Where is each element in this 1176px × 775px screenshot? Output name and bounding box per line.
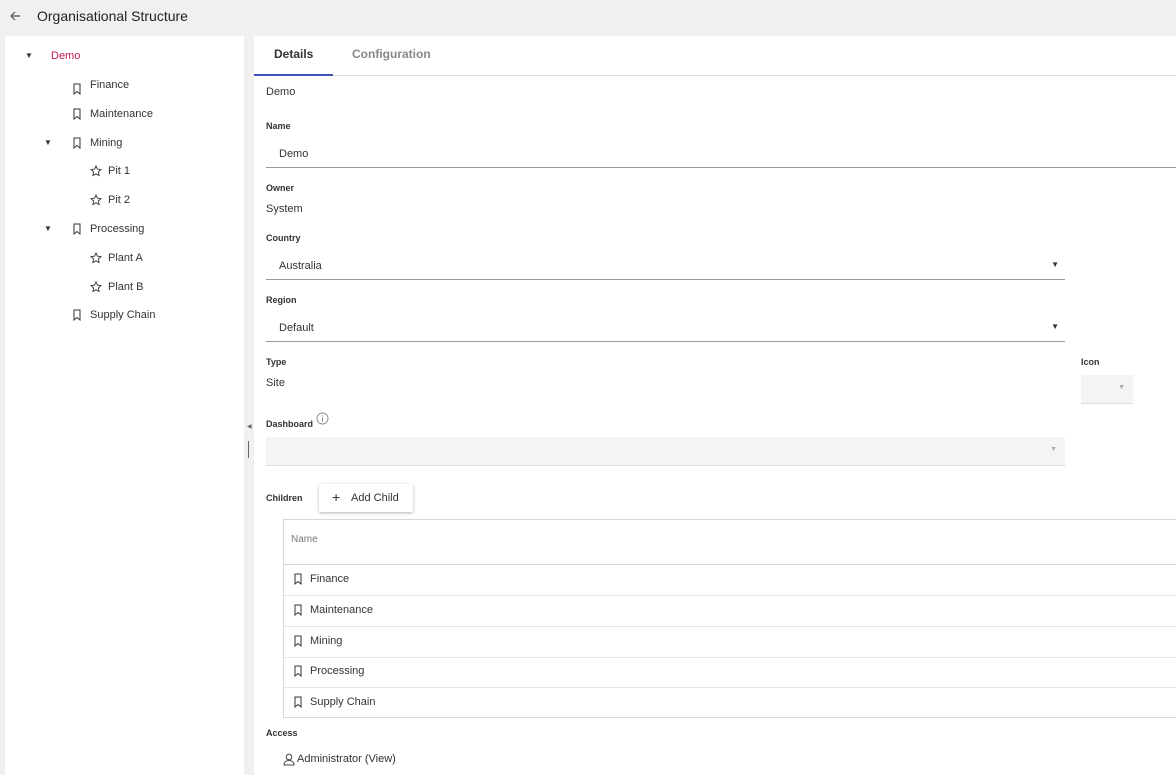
icon-select[interactable]: ▼ <box>1081 375 1133 404</box>
tab-indicator <box>254 74 333 76</box>
owner-label: Owner <box>266 183 295 193</box>
country-select[interactable]: Australia ▼ <box>266 251 1065 280</box>
table-row[interactable]: Supply Chain <box>284 688 1176 719</box>
page-title: Organisational Structure <box>37 8 188 24</box>
name-label: Name <box>266 121 291 131</box>
tree-node-label: Finance <box>90 79 130 91</box>
tree-node-pit-2[interactable]: Pit 2 <box>90 190 130 210</box>
tree-node-supply-chain[interactable]: Supply Chain <box>71 305 155 325</box>
star-icon <box>90 252 102 264</box>
bookmark-icon <box>294 665 302 677</box>
tree-node-pit-1[interactable]: Pit 1 <box>90 161 130 181</box>
node-heading: Demo <box>266 86 296 98</box>
type-label: Type <box>266 357 287 367</box>
arrow-left-icon[interactable] <box>8 9 22 23</box>
tree-node-label: Mining <box>90 137 123 149</box>
tree-node-finance[interactable]: Finance <box>71 75 129 95</box>
country-label: Country <box>266 233 301 243</box>
table-row[interactable]: Finance <box>284 565 1176 596</box>
row-label: Supply Chain <box>310 696 376 708</box>
type-value: Site <box>266 377 285 389</box>
tree-node-maintenance[interactable]: Maintenance <box>71 104 153 124</box>
dropdown-arrow-icon: ▼ <box>1051 322 1059 331</box>
tree-node-label: Demo <box>51 50 81 62</box>
tab-configuration[interactable]: Configuration <box>352 47 431 61</box>
table-header: Name <box>284 520 1176 565</box>
bookmark-icon <box>73 223 81 235</box>
details-panel: Details Configuration Demo Name Demo Own… <box>254 36 1176 775</box>
region-select[interactable]: Default ▼ <box>266 313 1065 342</box>
children-label: Children <box>266 493 303 503</box>
icon-label: Icon <box>1081 357 1100 367</box>
tree-node-processing[interactable]: Processing <box>71 219 144 239</box>
tab-bar: Details Configuration <box>254 36 1176 76</box>
tree-node-root[interactable]: Demo <box>51 46 80 66</box>
bookmark-icon <box>73 108 81 120</box>
info-icon[interactable] <box>316 412 329 425</box>
bookmark-icon <box>294 635 302 647</box>
row-label: Mining <box>310 635 343 647</box>
dropdown-arrow-icon: ▼ <box>1118 384 1125 391</box>
dropdown-arrow-icon: ▼ <box>1050 446 1057 453</box>
top-bar: Organisational Structure <box>0 0 1176 35</box>
star-icon <box>90 165 102 177</box>
caret-down-icon[interactable]: ▼ <box>25 51 33 60</box>
tree-node-label: Plant A <box>108 252 143 264</box>
region-value: Default <box>279 322 314 334</box>
bookmark-icon <box>294 696 302 708</box>
dashboard-select[interactable]: ▼ <box>266 437 1065 466</box>
table-row[interactable]: Maintenance <box>284 596 1176 627</box>
owner-value: System <box>266 203 303 215</box>
children-table: Name Finance Maintenance Mining Processi… <box>283 519 1176 718</box>
splitter-handle[interactable] <box>248 441 249 458</box>
access-value: Administrator (View) <box>297 753 396 765</box>
bookmark-icon <box>73 137 81 149</box>
region-label: Region <box>266 295 297 305</box>
name-value: Demo <box>279 148 309 160</box>
dropdown-arrow-icon: ▼ <box>1051 260 1059 269</box>
tree-node-label: Pit 2 <box>108 194 131 206</box>
panel-splitter[interactable]: ◀ <box>244 36 254 775</box>
tree-node-mining[interactable]: Mining <box>71 133 122 153</box>
org-tree-panel: ▼ Demo Finance Maintenance ▼ Mining Pit … <box>5 36 244 775</box>
plus-icon: + <box>332 489 341 505</box>
tree-node-plant-a[interactable]: Plant A <box>90 248 143 268</box>
tree-node-label: Maintenance <box>90 108 153 120</box>
name-field[interactable]: Demo <box>266 139 1176 168</box>
add-child-button[interactable]: + Add Child <box>319 484 413 512</box>
tree-node-plant-b[interactable]: Plant B <box>90 277 143 297</box>
caret-down-icon[interactable]: ▼ <box>44 224 52 233</box>
table-row[interactable]: Mining <box>284 627 1176 658</box>
tree-node-label: Pit 1 <box>108 165 131 177</box>
star-icon <box>90 281 102 293</box>
collapse-arrow-icon[interactable]: ◀ <box>247 423 252 430</box>
column-header-name[interactable]: Name <box>291 534 318 545</box>
row-label: Finance <box>310 573 350 585</box>
star-icon <box>90 194 102 206</box>
bookmark-icon <box>73 83 81 95</box>
tree-node-label: Processing <box>90 223 145 235</box>
user-icon <box>283 753 295 766</box>
bookmark-icon <box>73 309 81 321</box>
dashboard-label: Dashboard <box>266 419 314 429</box>
tree-node-label: Plant B <box>108 281 144 293</box>
row-label: Processing <box>310 665 365 677</box>
access-label: Access <box>266 728 298 738</box>
row-label: Maintenance <box>310 604 373 616</box>
country-value: Australia <box>279 260 322 272</box>
table-row[interactable]: Processing <box>284 657 1176 688</box>
bookmark-icon <box>294 604 302 616</box>
caret-down-icon[interactable]: ▼ <box>44 138 52 147</box>
tab-details[interactable]: Details <box>274 47 313 61</box>
add-child-label: Add Child <box>351 492 399 504</box>
bookmark-icon <box>294 573 302 585</box>
tree-node-label: Supply Chain <box>90 309 156 321</box>
